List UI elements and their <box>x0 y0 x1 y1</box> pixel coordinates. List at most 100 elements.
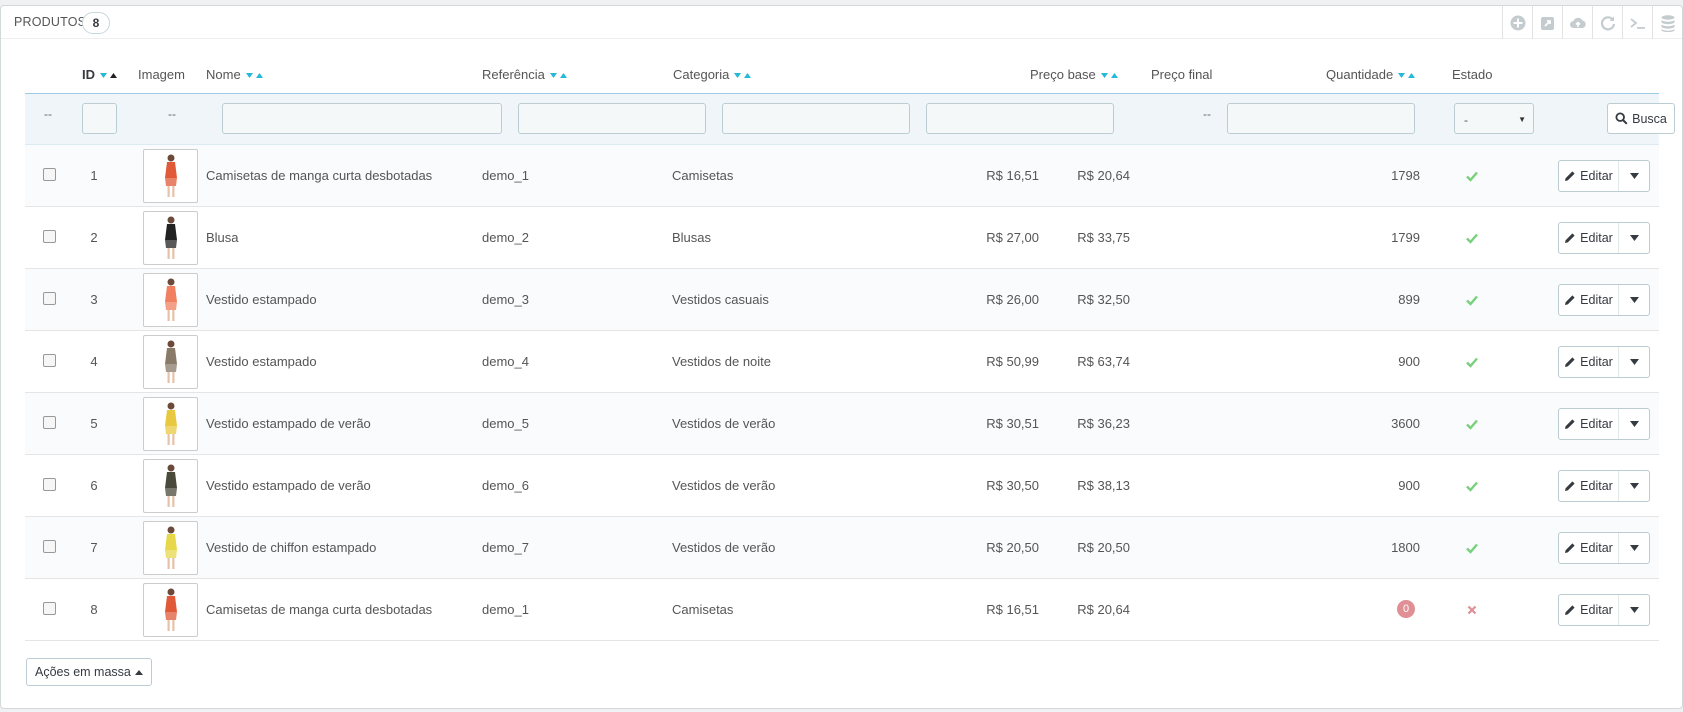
row-checkbox[interactable] <box>43 354 56 367</box>
check-icon[interactable] <box>1465 417 1479 431</box>
final-price-cell: R$ 63,74 <box>1077 354 1130 369</box>
product-thumbnail[interactable] <box>143 273 198 327</box>
export-button[interactable] <box>1532 6 1562 39</box>
filter-name-input[interactable] <box>222 103 502 134</box>
edit-button-main[interactable]: Editar <box>1559 595 1619 625</box>
edit-dropdown-toggle[interactable] <box>1619 347 1649 377</box>
sort-arrows[interactable] <box>245 71 265 80</box>
edit-button[interactable]: Editar <box>1558 160 1650 192</box>
refresh-button[interactable] <box>1592 6 1622 39</box>
edit-dropdown-toggle[interactable] <box>1619 285 1649 315</box>
id-cell: 3 <box>90 292 98 307</box>
reference-cell: demo_1 <box>482 602 529 617</box>
id-cell: 2 <box>90 230 98 245</box>
column-header-id[interactable]: ID <box>82 67 119 82</box>
edit-button[interactable]: Editar <box>1558 470 1650 502</box>
search-button[interactable]: Busca <box>1607 103 1675 134</box>
row-checkbox[interactable] <box>43 540 56 553</box>
filter-quantity-input[interactable] <box>1227 103 1415 134</box>
column-header-name[interactable]: Nome <box>206 67 265 82</box>
edit-button[interactable]: Editar <box>1558 532 1650 564</box>
edit-button-main[interactable]: Editar <box>1559 285 1619 315</box>
filter-status-select[interactable]: - ▼ <box>1454 103 1534 134</box>
edit-button-main[interactable]: Editar <box>1559 223 1619 253</box>
row-checkbox[interactable] <box>43 602 56 615</box>
product-thumbnail[interactable] <box>143 335 198 389</box>
check-icon[interactable] <box>1465 355 1479 369</box>
edit-button-label: Editar <box>1580 293 1613 307</box>
edit-button[interactable]: Editar <box>1558 222 1650 254</box>
base-price-cell: R$ 30,50 <box>986 478 1039 493</box>
product-thumbnail[interactable] <box>143 583 198 637</box>
edit-button-main[interactable]: Editar <box>1559 533 1619 563</box>
caret-down-icon <box>1629 421 1639 427</box>
column-header-image: Imagem <box>138 67 185 82</box>
sort-arrows[interactable] <box>99 71 119 80</box>
sort-arrows[interactable] <box>733 71 753 80</box>
category-cell: Vestidos de verão <box>672 416 776 431</box>
product-thumbnail[interactable] <box>143 211 198 265</box>
column-header-quantity-label: Quantidade <box>1326 67 1394 82</box>
edit-button-main[interactable]: Editar <box>1559 161 1619 191</box>
sort-arrows[interactable] <box>1100 71 1120 80</box>
edit-button[interactable]: Editar <box>1558 408 1650 440</box>
column-header-reference[interactable]: Referência <box>482 67 569 82</box>
row-checkbox[interactable] <box>43 416 56 429</box>
row-checkbox[interactable] <box>43 168 56 181</box>
sort-arrows[interactable] <box>1397 71 1417 80</box>
edit-dropdown-toggle[interactable] <box>1619 161 1649 191</box>
base-price-cell: R$ 26,00 <box>986 292 1039 307</box>
edit-dropdown-toggle[interactable] <box>1619 409 1649 439</box>
final-price-cell: R$ 32,50 <box>1077 292 1130 307</box>
cross-icon[interactable] <box>1465 603 1479 617</box>
product-model-image <box>164 154 177 197</box>
edit-button[interactable]: Editar <box>1558 284 1650 316</box>
database-button[interactable] <box>1652 6 1682 39</box>
edit-dropdown-toggle[interactable] <box>1619 595 1649 625</box>
filter-id-input[interactable] <box>82 103 117 134</box>
product-thumbnail[interactable] <box>143 521 198 575</box>
product-name-cell: Vestido estampado de verão <box>206 416 371 431</box>
check-icon[interactable] <box>1465 231 1479 245</box>
edit-button-main[interactable]: Editar <box>1559 471 1619 501</box>
row-checkbox[interactable] <box>43 292 56 305</box>
edit-dropdown-toggle[interactable] <box>1619 223 1649 253</box>
row-checkbox[interactable] <box>43 478 56 491</box>
add-new-button[interactable] <box>1502 6 1532 39</box>
category-cell: Vestidos casuais <box>672 292 769 307</box>
category-cell: Camisetas <box>672 168 734 183</box>
import-button[interactable] <box>1562 6 1592 39</box>
column-header-category[interactable]: Categoria <box>673 67 753 82</box>
filter-category-input[interactable] <box>722 103 910 134</box>
edit-button[interactable]: Editar <box>1558 594 1650 626</box>
product-thumbnail[interactable] <box>143 397 198 451</box>
check-icon[interactable] <box>1465 169 1479 183</box>
check-icon[interactable] <box>1465 479 1479 493</box>
edit-dropdown-toggle[interactable] <box>1619 471 1649 501</box>
column-header-base-price[interactable]: Preço base <box>1030 67 1120 82</box>
filter-base-price-input[interactable] <box>926 103 1114 134</box>
bulk-actions-button[interactable]: Ações em massa <box>26 658 152 686</box>
sort-arrows[interactable] <box>549 71 569 80</box>
column-header-status: Estado <box>1452 67 1493 82</box>
sql-query-button[interactable] <box>1622 6 1652 39</box>
base-price-cell: R$ 20,50 <box>986 540 1039 555</box>
reference-cell: demo_4 <box>482 354 529 369</box>
id-cell: 4 <box>90 354 98 369</box>
edit-dropdown-toggle[interactable] <box>1619 533 1649 563</box>
column-header-quantity[interactable]: Quantidade <box>1326 67 1417 82</box>
product-thumbnail[interactable] <box>143 149 198 203</box>
quantity-cell: 1800 <box>1391 540 1420 555</box>
product-thumbnail[interactable] <box>143 459 198 513</box>
row-checkbox[interactable] <box>43 230 56 243</box>
edit-button-main[interactable]: Editar <box>1559 409 1619 439</box>
check-icon[interactable] <box>1465 293 1479 307</box>
bulk-actions-label: Ações em massa <box>35 665 131 679</box>
edit-button[interactable]: Editar <box>1558 346 1650 378</box>
edit-button-main[interactable]: Editar <box>1559 347 1619 377</box>
filter-reference-input[interactable] <box>518 103 706 134</box>
quantity-cell: 900 <box>1398 354 1420 369</box>
check-icon[interactable] <box>1465 541 1479 555</box>
table-row: 3 Vestido estampado demo_3 Vestidos casu… <box>25 269 1659 331</box>
filter-empty-marker: -- <box>1203 107 1211 121</box>
